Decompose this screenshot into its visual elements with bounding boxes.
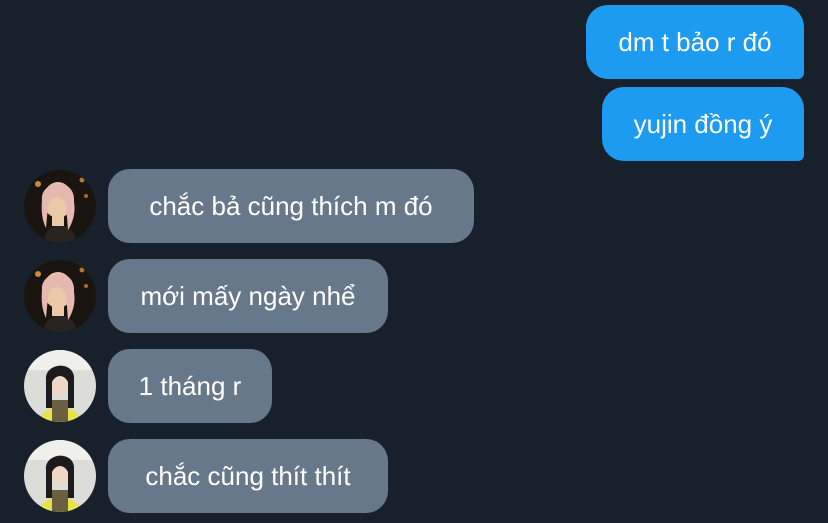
message-text: chắc bả cũng thích m đó [149, 191, 433, 221]
received-message-bubble[interactable]: 1 tháng r [108, 349, 272, 423]
message-text: dm t bảo r đó [618, 27, 772, 57]
message-text: chắc cũng thít thít [145, 461, 351, 491]
sender-avatar[interactable] [24, 260, 96, 332]
user-photo-icon [24, 350, 96, 422]
message-text: yujin đồng ý [633, 109, 773, 139]
user-photo-icon [24, 170, 96, 242]
received-message-bubble[interactable]: mới mấy ngày nhể [108, 259, 388, 333]
user-photo-icon [24, 260, 96, 332]
sender-avatar[interactable] [24, 350, 96, 422]
message-text: 1 tháng r [138, 371, 242, 401]
sent-message-bubble[interactable]: yujin đồng ý [602, 87, 804, 161]
user-photo-icon [24, 440, 96, 512]
sender-avatar[interactable] [24, 170, 96, 242]
received-message-bubble[interactable]: chắc bả cũng thích m đó [108, 169, 474, 243]
received-message-bubble[interactable]: chắc cũng thít thít [108, 439, 388, 513]
message-text: mới mấy ngày nhể [140, 281, 356, 311]
sender-avatar[interactable] [24, 440, 96, 512]
sent-message-bubble[interactable]: dm t bảo r đó [586, 5, 804, 79]
chat-thread: dm t bảo r đó yujin đồng ý chắc bả cũng … [0, 0, 828, 523]
